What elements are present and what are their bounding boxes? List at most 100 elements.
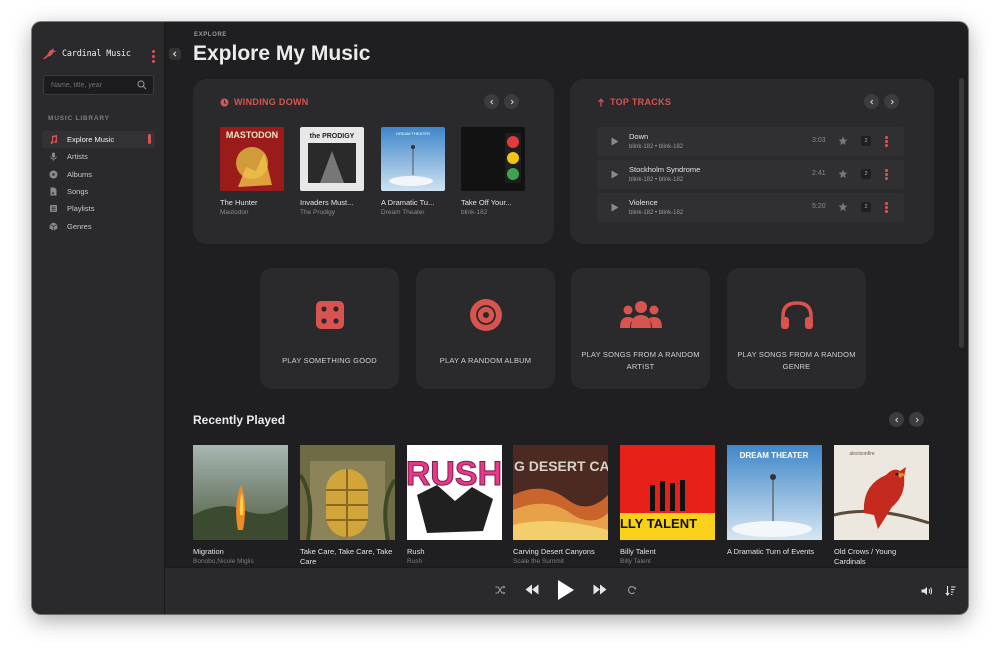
album-tile[interactable]: DREAM THEATER A Dramatic Tu... Dream The… xyxy=(381,127,445,216)
svg-text:DREAM THEATER: DREAM THEATER xyxy=(396,131,430,136)
search-icon[interactable] xyxy=(137,80,147,90)
volume-button[interactable] xyxy=(921,586,933,596)
sidebar-item-playlists[interactable]: Playlists xyxy=(42,200,155,217)
play-icon[interactable] xyxy=(611,137,619,146)
previous-button[interactable] xyxy=(889,412,904,427)
winding-down-card: WINDING DOWN MASTODON The Hunter Mastodo… xyxy=(193,79,554,244)
music-library-heading: MUSIC LIBRARY xyxy=(48,115,110,122)
winding-down-label: WINDING DOWN xyxy=(234,97,309,107)
action-label: PLAY A RANDOM ALBUM xyxy=(439,356,532,365)
next-track-button[interactable] xyxy=(593,584,607,595)
album-cover-dream-theater[interactable]: DREAM THEATER xyxy=(381,127,445,191)
album-cover-rush[interactable]: RUSH xyxy=(407,445,502,540)
track-menu-button[interactable] xyxy=(885,169,888,180)
sidebar-item-albums[interactable]: Albums xyxy=(42,166,155,183)
scrollbar[interactable] xyxy=(959,78,964,348)
track-row[interactable]: Violence blink-182 • blink-182 5:20 2 xyxy=(597,193,904,222)
play-count-badge: 2 xyxy=(861,202,871,212)
page-title: Explore My Music xyxy=(193,42,371,65)
music-note-icon xyxy=(50,135,58,145)
sidebar-item-explore-music[interactable]: Explore Music xyxy=(42,131,155,149)
recent-album[interactable]: CARVING DESERT CANYONS Carving Desert Ca… xyxy=(513,445,608,565)
app-window: Cardinal Music MUSIC LIBRARY Explore Mus… xyxy=(32,22,968,614)
previous-button[interactable] xyxy=(864,94,879,109)
track-menu-button[interactable] xyxy=(885,136,888,147)
player-bar xyxy=(165,567,968,614)
track-row[interactable]: Stockholm Syndrome blink-182 • blink-182… xyxy=(597,160,904,189)
sidebar-item-label: Explore Music xyxy=(67,135,115,145)
collapse-sidebar-button[interactable] xyxy=(169,48,181,60)
album-cover-take-care[interactable] xyxy=(300,445,395,540)
svg-text:DREAM THEATER: DREAM THEATER xyxy=(740,451,809,460)
sidebar-item-label: Genres xyxy=(67,221,92,231)
shuffle-button[interactable] xyxy=(495,585,506,595)
album-cover-blink-182[interactable] xyxy=(461,127,525,191)
album-title: Rush xyxy=(407,547,425,556)
album-artist: Scale the Summit xyxy=(513,558,564,565)
track-artists: blink-182 • blink-182 xyxy=(629,177,684,183)
play-random-artist-button[interactable]: PLAY SONGS FROM A RANDOM ARTIST xyxy=(571,268,710,389)
svg-text:BILLY TALENT: BILLY TALENT xyxy=(620,516,697,531)
recent-album[interactable]: Take Care, Take Care, Take Care xyxy=(300,445,395,568)
cardinal-logo-icon xyxy=(43,48,57,59)
sidebar-item-songs[interactable]: Songs xyxy=(42,183,155,200)
track-duration: 5:20 xyxy=(812,203,826,210)
trending-up-icon xyxy=(598,97,604,106)
track-name: Down xyxy=(629,132,649,141)
recent-album[interactable]: BILLY TALENT Billy Talent Billy Talent xyxy=(620,445,715,565)
album-artist: blink-182 xyxy=(461,209,488,216)
app-menu-button[interactable] xyxy=(152,50,155,63)
next-button[interactable] xyxy=(504,94,519,109)
album-cover-prodigy[interactable]: the PRODIGY xyxy=(300,127,364,191)
album-tile[interactable]: the PRODIGY Invaders Must... The Prodigy xyxy=(300,127,364,216)
recent-album[interactable]: alexisonfire Old Crows / Young Cardinals xyxy=(834,445,929,568)
album-artist: Bonobo,Nicole Miglis xyxy=(193,558,254,565)
recent-album[interactable]: Migration Bonobo,Nicole Miglis xyxy=(193,445,288,565)
album-tile[interactable]: Take Off Your... blink-182 xyxy=(461,127,525,216)
track-duration: 3:03 xyxy=(812,137,826,144)
recent-album[interactable]: RUSH Rush Rush xyxy=(407,445,502,565)
play-something-good-button[interactable]: PLAY SOMETHING GOOD xyxy=(260,268,399,389)
play-button[interactable] xyxy=(557,579,575,601)
chevron-left-icon xyxy=(172,51,177,57)
track-artists: blink-182 • blink-182 xyxy=(629,210,684,216)
star-icon[interactable] xyxy=(838,169,848,179)
play-random-album-button[interactable]: PLAY A RANDOM ALBUM xyxy=(416,268,555,389)
album-cover-dramatic-turn[interactable]: DREAM THEATER xyxy=(727,445,822,540)
sidebar-item-label: Albums xyxy=(67,169,93,179)
album-cover-old-crows[interactable]: alexisonfire xyxy=(834,445,929,540)
sidebar-item-artists[interactable]: Artists xyxy=(42,148,155,165)
queue-sort-icon xyxy=(945,586,956,596)
sidebar-item-genres[interactable]: Genres xyxy=(42,217,155,234)
track-artists: blink-182 • blink-182 xyxy=(629,144,684,150)
play-icon[interactable] xyxy=(611,170,619,179)
next-button[interactable] xyxy=(884,94,899,109)
album-artist: The Prodigy xyxy=(300,209,336,216)
track-row[interactable]: Down blink-182 • blink-182 3:03 2 xyxy=(597,127,904,156)
album-cover-mastodon[interactable]: MASTODON xyxy=(220,127,284,191)
queue-button[interactable] xyxy=(945,585,956,596)
album-cover-migration[interactable] xyxy=(193,445,288,540)
star-icon[interactable] xyxy=(838,202,848,212)
album-cover-billy-talent[interactable]: BILLY TALENT xyxy=(620,445,715,540)
search-input[interactable] xyxy=(51,81,137,89)
play-random-genre-button[interactable]: PLAY SONGS FROM A RANDOM GENRE xyxy=(727,268,866,389)
play-icon[interactable] xyxy=(611,203,619,212)
album-artist: Billy Talent xyxy=(620,558,651,565)
previous-button[interactable] xyxy=(484,94,499,109)
album-tile[interactable]: MASTODON The Hunter Mastodon xyxy=(220,127,284,216)
album-title: Take Off Your... xyxy=(461,198,512,207)
svg-text:RUSH: RUSH xyxy=(407,455,502,493)
star-icon[interactable] xyxy=(838,136,848,146)
next-button[interactable] xyxy=(909,412,924,427)
recent-album[interactable]: DREAM THEATER A Dramatic Turn of Events xyxy=(727,445,822,558)
album-cover-carving[interactable]: CARVING DESERT CANYONS xyxy=(513,445,608,540)
chevron-left-icon xyxy=(894,417,898,422)
fast-forward-icon xyxy=(593,584,607,595)
repeat-button[interactable] xyxy=(627,585,637,595)
previous-track-button[interactable] xyxy=(525,584,539,595)
album-title: Billy Talent xyxy=(620,547,656,556)
album-title: A Dramatic Turn of Events xyxy=(727,547,815,556)
track-menu-button[interactable] xyxy=(885,202,888,213)
winding-down-pager xyxy=(484,94,519,109)
